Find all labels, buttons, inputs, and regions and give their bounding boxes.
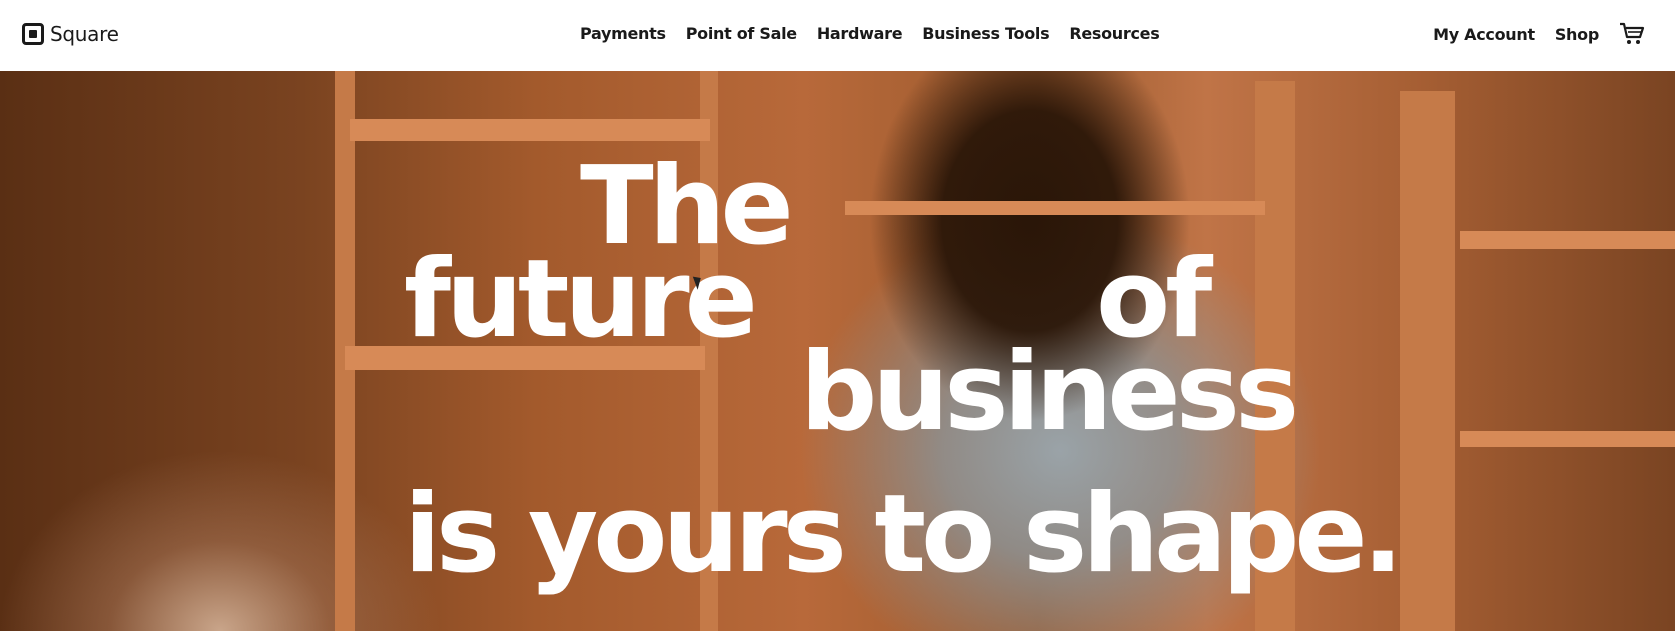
nav-item-hardware[interactable]: Hardware: [817, 24, 903, 43]
headline-word-business: business: [800, 330, 1299, 455]
main-menu: Payments Point of Sale Hardware Business…: [580, 24, 1160, 43]
hero-headline: The future of business is yours to shape…: [0, 71, 1675, 631]
headline-line-shape: is yours to shape.: [404, 472, 1404, 597]
shop-link[interactable]: Shop: [1555, 25, 1599, 44]
nav-item-point-of-sale[interactable]: Point of Sale: [686, 24, 797, 43]
square-logo[interactable]: Square: [22, 22, 119, 46]
cart-icon[interactable]: [1619, 22, 1645, 46]
square-logo-icon: [22, 23, 44, 45]
my-account-link[interactable]: My Account: [1433, 25, 1535, 44]
nav-item-payments[interactable]: Payments: [580, 24, 666, 43]
hero-image: The future of business is yours to shape…: [0, 71, 1675, 631]
brand-name: Square: [50, 22, 119, 46]
account-links: My Account Shop: [1433, 22, 1645, 46]
nav-item-resources[interactable]: Resources: [1069, 24, 1159, 43]
headline-word-future: future: [404, 237, 758, 362]
top-navigation: Square Payments Point of Sale Hardware B…: [0, 0, 1675, 71]
nav-item-business-tools[interactable]: Business Tools: [922, 24, 1049, 43]
